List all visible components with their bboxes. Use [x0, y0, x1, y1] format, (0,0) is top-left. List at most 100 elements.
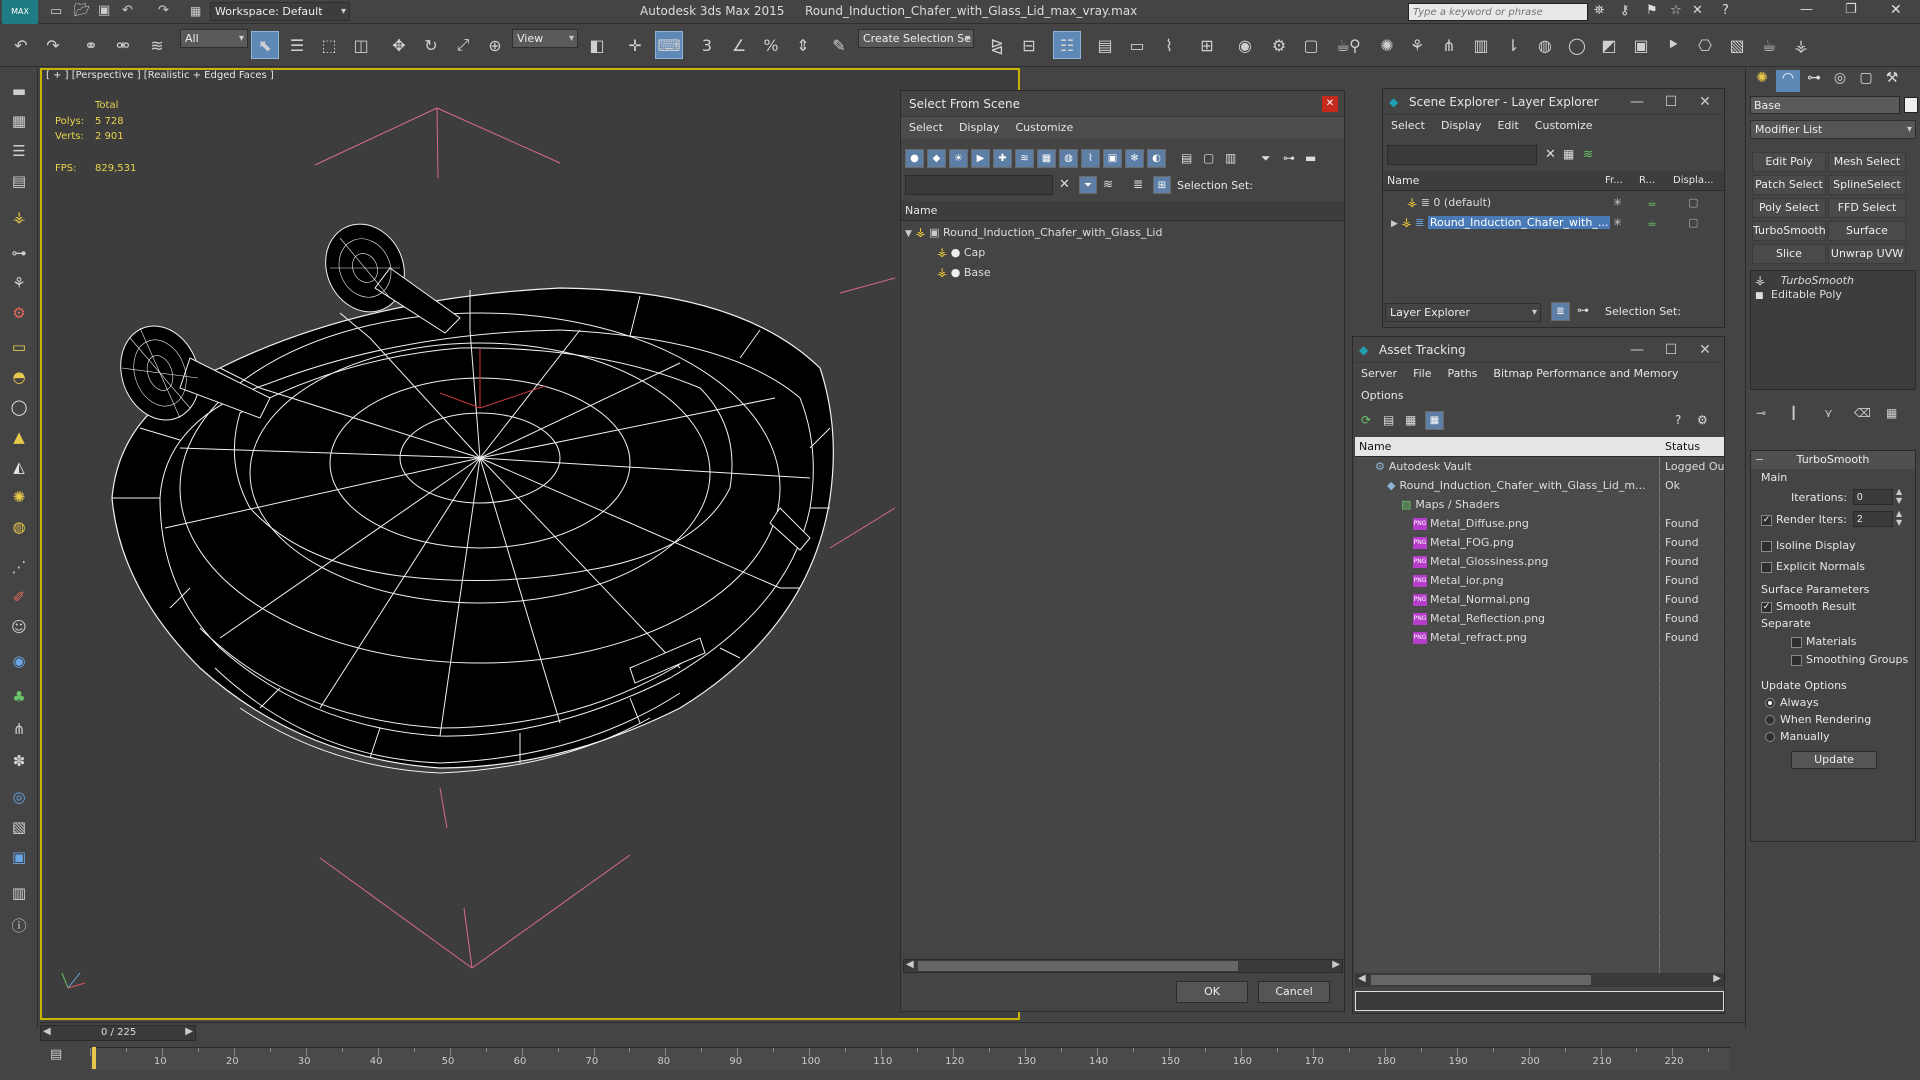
filter-icon[interactable]: ⏷: [1261, 151, 1271, 166]
quick-access-hold-icon[interactable]: ▦: [190, 4, 201, 18]
render-preview-icon[interactable]: ▣: [6, 844, 32, 870]
xref-icon[interactable]: ▦: [6, 108, 32, 134]
asset-row[interactable]: PNG Metal_Glossiness.png Found: [1355, 552, 1724, 571]
visibility-bulb-icon[interactable]: ⚶: [1407, 195, 1417, 209]
hierarchy-icon[interactable]: ⊶: [6, 240, 32, 266]
unwrap-uvw-button[interactable]: Unwrap UVW: [1828, 244, 1906, 264]
display-hidden-icon[interactable]: ◐: [1147, 149, 1166, 168]
vray-sun-icon[interactable]: ✺: [1374, 32, 1400, 58]
display-toggle-icon[interactable]: ▢: [1688, 193, 1698, 212]
clear-search-icon[interactable]: ✕: [1059, 177, 1070, 192]
minimize-window-icon[interactable]: —: [1800, 2, 1813, 17]
layer-view-icon[interactable]: ≣: [1551, 302, 1570, 321]
snaps-toggle-icon[interactable]: 3: [694, 32, 720, 58]
select-manipulate-icon[interactable]: ✛: [622, 32, 648, 58]
reactor-icon[interactable]: ⚘: [6, 270, 32, 296]
layer-icon[interactable]: ≣: [1133, 177, 1143, 191]
script-icon[interactable]: ▧: [6, 814, 32, 840]
visibility-bulb-icon[interactable]: ⚶: [1401, 215, 1411, 229]
asset-tracking-close-icon[interactable]: ✕: [1688, 337, 1722, 363]
asset-row[interactable]: PNG Metal_Reflection.png Found: [1355, 609, 1724, 628]
collapse-icon[interactable]: ▬: [1305, 151, 1316, 165]
select-all-icon[interactable]: ▤: [1181, 151, 1192, 165]
vray-bulb-icon[interactable]: ⚶: [1788, 32, 1814, 58]
select-from-scene-search-input[interactable]: [905, 175, 1053, 195]
app-logo[interactable]: MAX: [2, 0, 38, 24]
scroll-right-icon[interactable]: ▶: [1713, 973, 1721, 984]
remove-modifier-icon[interactable]: ⌫: [1854, 406, 1871, 420]
render-iters-spinner-arrows-icon[interactable]: ▲ ▼: [1896, 509, 1902, 527]
visibility-bulb-icon[interactable]: ⚶: [915, 225, 925, 239]
asset-row[interactable]: PNG Metal_ior.png Found: [1355, 571, 1724, 590]
create-tab-icon[interactable]: ✺: [1750, 70, 1774, 92]
scene-explorer-header-frozen[interactable]: Fr...: [1601, 171, 1635, 191]
expand-arrow-icon[interactable]: ▶: [1391, 219, 1398, 229]
redo-icon[interactable]: ↷: [40, 32, 66, 58]
scene-explorer-header-display[interactable]: Displa...: [1669, 171, 1724, 191]
layer-row-chafer[interactable]: ▶ ⚶ ≣ Round_Induction_Chafer_with_... ✳ …: [1383, 213, 1724, 232]
clear-search-icon[interactable]: ✕: [1545, 147, 1556, 162]
materials-row[interactable]: Materials: [1791, 635, 1856, 648]
named-selection-dropdown[interactable]: Create Selection Se: [858, 29, 974, 48]
tree-child-row[interactable]: ⚶ ● Cap: [937, 243, 985, 262]
mesh-select-button[interactable]: Mesh Select: [1828, 152, 1906, 172]
motion-tab-icon[interactable]: ◎: [1828, 70, 1852, 92]
asset-tracking-maximize-icon[interactable]: ☐: [1654, 337, 1688, 363]
render-toggle-icon[interactable]: ☕︎: [1647, 193, 1657, 212]
menu-customize[interactable]: Customize: [1527, 115, 1601, 137]
object-name-field[interactable]: [1750, 96, 1900, 114]
cancel-button[interactable]: Cancel: [1258, 981, 1330, 1003]
pivot-center-icon[interactable]: ◧: [584, 32, 610, 58]
display-tab-icon[interactable]: ▢: [1854, 70, 1878, 92]
asset-row[interactable]: PNG Metal_Diffuse.png Found: [1355, 514, 1724, 533]
asset-header-name[interactable]: Name: [1355, 437, 1661, 457]
selection-set-icon[interactable]: ⊞: [1153, 176, 1171, 194]
undo-icon[interactable]: ↶: [8, 32, 34, 58]
rectangular-selection-icon[interactable]: ⬚: [316, 32, 342, 58]
light-bulb-icon[interactable]: ⚶: [6, 204, 32, 230]
binoculars-icon[interactable]: ⛯: [1594, 3, 1604, 18]
perspective-viewport[interactable]: [ + ] [Perspective ] [Realistic + Edged …: [40, 68, 1020, 1020]
favorites-icon[interactable]: ☆: [1670, 3, 1682, 18]
tree-view-icon[interactable]: ▦: [1405, 413, 1416, 427]
menu-file[interactable]: File: [1405, 363, 1439, 385]
frozen-toggle-icon[interactable]: ✳: [1613, 193, 1622, 212]
iterations-spinner[interactable]: [1853, 489, 1893, 505]
slice-button[interactable]: Slice: [1752, 244, 1826, 264]
asset-row[interactable]: PNG Metal_FOG.png Found: [1355, 533, 1724, 552]
edit-poly-button[interactable]: Edit Poly: [1752, 152, 1826, 172]
sync-selection-icon[interactable]: ≋: [1103, 177, 1113, 191]
surface-select-button[interactable]: Surface Select: [1828, 221, 1906, 255]
character-icon[interactable]: ☺: [6, 614, 32, 640]
update-button[interactable]: Update: [1791, 751, 1877, 769]
scene-explorer-close-icon[interactable]: ✕: [1688, 89, 1722, 115]
community-icon[interactable]: ⚑: [1646, 3, 1658, 18]
clipboard-icon[interactable]: ▥: [6, 880, 32, 906]
vray-frame-icon[interactable]: ▧: [1724, 32, 1750, 58]
quick-access-undo-icon[interactable]: ↶: [122, 3, 133, 18]
time-slider[interactable]: ◀ 0 / 225 ▶: [40, 1025, 196, 1041]
display-helpers-icon[interactable]: ✚: [993, 149, 1012, 168]
menu-server[interactable]: Server: [1353, 363, 1405, 385]
menu-bitmap-performance[interactable]: Bitmap Performance and Memory: [1485, 363, 1686, 385]
when-rendering-radio[interactable]: [1765, 715, 1775, 725]
vray-light-lister-icon[interactable]: ⇂: [1500, 32, 1526, 58]
key-icon[interactable]: ⚷: [1620, 3, 1630, 18]
scene-explorer-header-name[interactable]: Name: [1383, 171, 1601, 191]
make-unique-icon[interactable]: ⋎: [1824, 406, 1833, 420]
help-search-input[interactable]: [1408, 3, 1588, 21]
layers-icon[interactable]: ☰: [6, 138, 32, 164]
materials-checkbox[interactable]: [1791, 636, 1802, 648]
selection-set-toggle-icon[interactable]: ⊶: [1577, 303, 1589, 317]
horizontal-scrollbar[interactable]: ◀ ▶: [903, 959, 1343, 973]
close-window-icon[interactable]: ✕: [1890, 2, 1902, 18]
spline-select-button[interactable]: SplineSelect: [1828, 175, 1906, 195]
place-icon[interactable]: ⊕: [482, 32, 508, 58]
scene-explorer-header-render[interactable]: R...: [1635, 171, 1669, 191]
display-lights-icon[interactable]: ☀: [949, 149, 968, 168]
scroll-left-icon[interactable]: ◀: [906, 959, 914, 970]
container-icon[interactable]: ▬: [6, 78, 32, 104]
schematic-view-icon[interactable]: ⊞: [1194, 32, 1220, 58]
smoothing-groups-checkbox[interactable]: [1791, 654, 1802, 666]
grid-icon[interactable]: ▤: [6, 168, 32, 194]
